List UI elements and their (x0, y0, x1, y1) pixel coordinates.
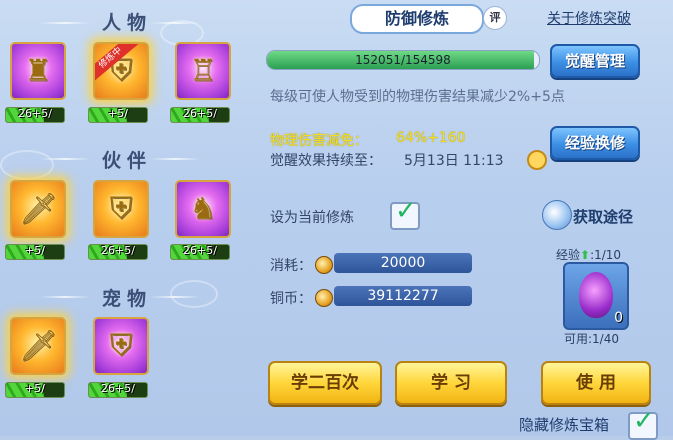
level-text: 26+5/ (183, 107, 217, 120)
exp-label: 经验 (556, 248, 581, 262)
cloud-decoration (170, 280, 218, 308)
level-bar: +5/ (5, 244, 65, 260)
checkmark-icon: ✓ (633, 406, 655, 436)
level-bar: 26+5/ (170, 244, 230, 260)
effect-description: 每级可使人物受到的物理伤害结果减少2%+5点 (270, 89, 565, 105)
level-text: +5/ (108, 107, 128, 120)
item-slot[interactable]: 0 (563, 262, 629, 330)
cultivation-panel: 人物 ♜ 26+5/ ⛨ 修炼中 +5/ ♖ 26+5/ 伙伴 🗡 +5/ ⛨ … (0, 0, 673, 440)
person-icon-2[interactable]: ⛨ 修炼中 (93, 42, 149, 100)
section-divider (40, 296, 90, 298)
level-bar: +5/ (5, 382, 65, 398)
duration-value: 5月13日 11:13 (404, 153, 504, 169)
about-breakthrough-link[interactable]: 关于修炼突破 (547, 8, 631, 28)
coin-icon (315, 289, 333, 307)
copper-value: 39112277 (334, 286, 472, 306)
hide-box-label: 隐藏修炼宝箱 (519, 416, 610, 434)
pet-icon-2[interactable]: ⛨ (93, 317, 149, 375)
sword-pet-icon: 🗡 (18, 328, 58, 364)
level-text: 26+5/ (183, 244, 217, 257)
coin-icon (315, 256, 333, 274)
rate-button[interactable]: 评 (483, 6, 507, 30)
clock-icon (527, 150, 547, 170)
section-title-person: 人物 (102, 12, 153, 34)
level-text: +5/ (25, 382, 45, 395)
set-current-label: 设为当前修炼 (270, 210, 354, 226)
get-path-link[interactable]: 获取途径 (573, 206, 633, 227)
section-divider (150, 158, 200, 160)
learn-hundred-button[interactable]: 学二百次 (268, 361, 382, 405)
person-icon-1[interactable]: ♜ (10, 42, 66, 100)
diamond-icon[interactable] (542, 200, 572, 230)
partner-icon-2[interactable]: ⛨ (93, 180, 149, 238)
reduction-label: 物理伤害减免： (270, 133, 368, 149)
person-icon-3[interactable]: ♖ (175, 42, 231, 100)
exp-text: 152051/154598 (355, 53, 451, 67)
learn-button[interactable]: 学 习 (395, 361, 507, 405)
reduction-value: 64%+160 (396, 130, 466, 146)
level-bar: 26+5/ (88, 382, 148, 398)
set-current-checkbox[interactable]: ✓ (390, 196, 420, 230)
section-divider (150, 22, 200, 24)
cloud-decoration (0, 150, 54, 180)
exp-progress-bar: 152051/154598 (266, 50, 540, 70)
level-text: +5/ (25, 244, 45, 257)
exp-exchange-button[interactable]: 经验换修 (550, 126, 640, 160)
level-text: 26+5/ (101, 244, 135, 257)
section-divider (150, 296, 200, 298)
cost-label: 消耗： (270, 258, 312, 274)
sword-beast-icon: 🗡 (18, 191, 58, 227)
level-bar: +5/ (88, 107, 148, 123)
level-text: 26+5/ (101, 382, 135, 395)
partner-icon-1[interactable]: 🗡 (10, 180, 66, 238)
golden-warrior-icon: ♜ (24, 53, 52, 89)
usable-count: 可用:1/40 (564, 332, 619, 346)
armor-icon: ♖ (189, 53, 217, 89)
section-title-partner: 伙伴 (102, 150, 153, 172)
section-title-pet: 宠物 (102, 288, 153, 310)
pet-icon-1[interactable]: 🗡 (10, 317, 66, 375)
exp-count: :1/10 (590, 248, 622, 262)
level-bar: 26+5/ (88, 244, 148, 260)
level-bar: 26+5/ (5, 107, 65, 123)
item-count: 0 (614, 310, 623, 326)
partner-icon-3[interactable]: ♞ (175, 180, 231, 238)
potion-icon (579, 272, 613, 318)
armor-beast-icon: ♞ (189, 191, 217, 227)
level-bar: 26+5/ (170, 107, 230, 123)
cost-value: 20000 (334, 253, 472, 273)
level-text: 26+5/ (18, 107, 52, 120)
section-divider (40, 22, 90, 24)
checkmark-icon: ✓ (395, 196, 417, 226)
page-title: 防御修炼 (350, 4, 484, 34)
section-divider (40, 158, 90, 160)
shield-beast-icon: ⛨ (109, 191, 133, 227)
exp-item-label: 经验⬆:1/10 (556, 246, 621, 263)
awaken-manage-button[interactable]: 觉醒管理 (550, 44, 640, 78)
shield-pet-icon: ⛨ (109, 328, 133, 364)
copper-label: 铜币： (270, 291, 312, 307)
duration-label: 觉醒效果持续至： (270, 153, 382, 169)
up-arrow-icon: ⬆ (580, 248, 591, 262)
use-button[interactable]: 使 用 (541, 361, 651, 405)
